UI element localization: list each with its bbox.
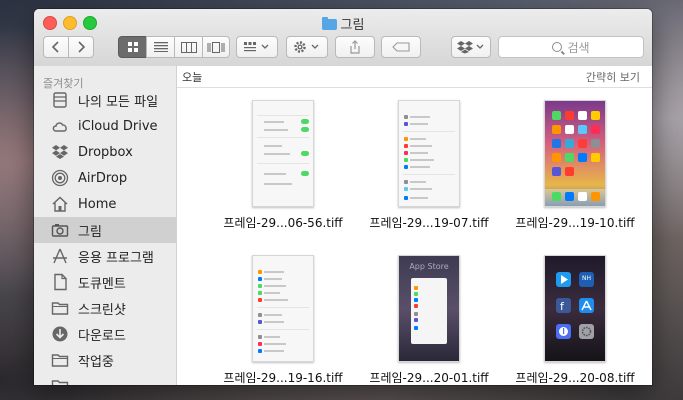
sidebar-item-label: 그림 [78, 224, 102, 240]
file-item[interactable]: 프레임-29...19-07.tiff [359, 100, 499, 231]
cloud-icon [50, 117, 70, 135]
file-thumbnail [544, 100, 606, 207]
sidebar-item-label: AirDrop [78, 170, 128, 186]
window-title: 그림 [34, 14, 652, 33]
dropbox-icon [457, 41, 484, 54]
sidebar-item-dropbox[interactable]: Dropbox [34, 139, 176, 165]
sidebar-item-airdrop[interactable]: AirDrop [34, 165, 176, 191]
applications-icon [50, 247, 70, 265]
share-icon [350, 40, 360, 54]
all-files-icon [50, 91, 70, 109]
sidebar-item-label: Dropbox [78, 144, 133, 160]
file-name: 프레임-29...20-08.tiff [515, 371, 635, 385]
titlebar: 그림 검색 [34, 9, 652, 67]
folder-icon [50, 351, 70, 369]
camera-icon [50, 221, 70, 239]
sidebar-item-home[interactable]: Home [34, 191, 176, 217]
file-browser: 오늘 간략히 보기 프레임-29...06-56.tiff 프레임-29...1… [177, 66, 652, 385]
sidebar-item-label: 도큐멘트 [78, 276, 126, 292]
sidebar-item-label: 작업중 [78, 354, 114, 370]
sidebar-item-screenshots[interactable]: 스크린샷 [34, 295, 176, 321]
file-name: 프레임-29...19-16.tiff [223, 371, 343, 385]
sidebar-item-all-files[interactable]: 나의 모든 파일 [34, 87, 176, 113]
grid-icon [127, 42, 138, 52]
folder-icon [50, 299, 70, 317]
file-thumbnail: App Store [398, 255, 460, 362]
file-thumbnail: f NH [544, 255, 606, 362]
finder-window: 그림 검색 즐겨찾기 나의 모든 파일 iCloud Drive Dropbox… [34, 9, 652, 385]
sidebar-item-label: 나의 모든 파일 [78, 94, 159, 110]
section-header-today: 오늘 간략히 보기 [177, 66, 652, 88]
home-icon [50, 195, 70, 213]
show-less-button[interactable]: 간략히 보기 [586, 69, 640, 85]
view-list-button[interactable] [146, 36, 175, 58]
thumbnail-overlay-text: App Store [409, 262, 449, 271]
action-button[interactable] [286, 36, 328, 58]
sidebar-item-downloads[interactable]: 다운로드 [34, 321, 176, 347]
file-name: 프레임-29...06-56.tiff [223, 216, 343, 230]
list-icon [153, 42, 168, 52]
view-icons-button[interactable] [118, 36, 147, 58]
thumbnail-app-label: NH [582, 275, 591, 282]
folder-icon [321, 17, 337, 30]
file-name: 프레임-29...19-07.tiff [369, 216, 489, 230]
forward-button[interactable] [68, 36, 94, 58]
gear-icon [294, 41, 319, 53]
arrange-icon [244, 42, 269, 52]
sidebar-item-label: 다운로드 [78, 328, 126, 344]
dropbox-toolbar-button[interactable] [451, 36, 491, 58]
dropbox-icon [50, 143, 70, 161]
download-icon [50, 325, 70, 343]
file-thumbnail [252, 100, 314, 207]
file-item[interactable]: App Store 프레임-29...20-01.tiff [359, 255, 499, 385]
view-columns-button[interactable] [174, 36, 203, 58]
file-thumbnail [398, 100, 460, 207]
file-name: 프레임-29...19-10.tiff [515, 216, 635, 230]
chevron-right-icon [78, 41, 86, 53]
file-thumbnail [252, 255, 314, 362]
sidebar-item-icloud-drive[interactable]: iCloud Drive [34, 113, 176, 139]
search-field[interactable]: 검색 [498, 36, 644, 58]
file-item[interactable]: f NH 프레임-29...20-08.tiff [505, 255, 645, 385]
search-placeholder: 검색 [567, 40, 590, 55]
sidebar-item-label: 스크린샷 [78, 302, 126, 318]
sidebar-item-pictures[interactable]: 그림 [34, 217, 176, 243]
tag-icon [392, 42, 410, 52]
arrange-button[interactable] [236, 36, 278, 58]
sidebar-item-label: iCloud Drive [78, 118, 158, 134]
columns-icon [180, 41, 197, 53]
sidebar-item-work[interactable]: 작업중 [34, 347, 176, 373]
search-icon [552, 42, 563, 52]
sidebar-item-label: 응용 프로그램 [78, 250, 154, 266]
sidebar-item-documents[interactable]: 도큐멘트 [34, 269, 176, 295]
section-title: 오늘 [182, 70, 203, 84]
view-coverflow-button[interactable] [202, 36, 230, 58]
share-button[interactable] [335, 36, 375, 58]
file-item[interactable]: 프레임-29...06-56.tiff [213, 100, 353, 231]
file-name: 프레임-29...20-01.tiff [369, 371, 489, 385]
folder-icon [50, 377, 70, 385]
airdrop-icon [50, 169, 70, 187]
coverflow-icon [207, 41, 225, 53]
chevron-left-icon [51, 41, 59, 53]
sidebar-item-cutoff[interactable] [34, 373, 176, 385]
back-button[interactable] [43, 36, 69, 58]
document-icon [50, 273, 70, 291]
window-title-text: 그림 [340, 18, 365, 33]
tags-button[interactable] [381, 36, 421, 58]
sidebar: 즐겨찾기 나의 모든 파일 iCloud Drive Dropbox AirDr… [34, 66, 177, 385]
sidebar-item-applications[interactable]: 응용 프로그램 [34, 243, 176, 269]
sidebar-item-label: Home [78, 196, 117, 212]
file-item[interactable]: 프레임-29...19-10.tiff [505, 100, 645, 231]
file-item[interactable]: 프레임-29...19-16.tiff [213, 255, 353, 385]
